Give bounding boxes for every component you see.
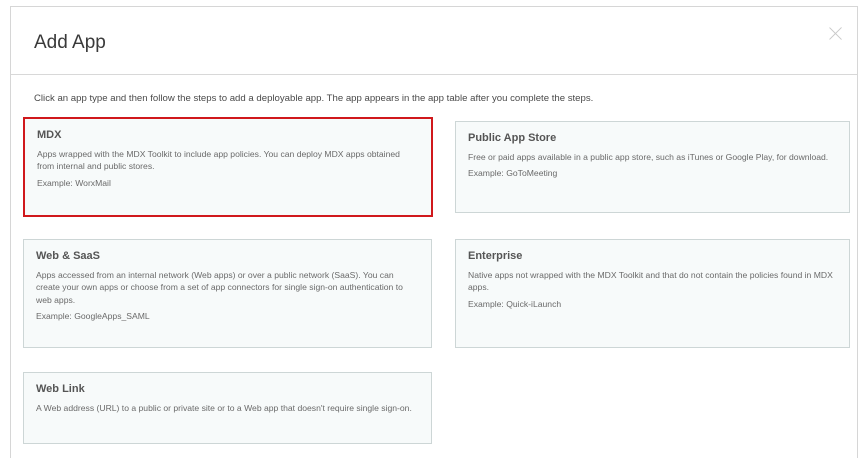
card-title: Public App Store <box>468 132 557 144</box>
card-description: A Web address (URL) to a public or priva… <box>36 403 412 413</box>
card-description: Free or paid apps available in a public … <box>468 152 829 162</box>
app-type-card-web-link[interactable]: Web Link A Web address (URL) to a public… <box>23 372 432 444</box>
app-type-card-web-saas[interactable]: Web & SaaS Apps accessed from an interna… <box>23 239 432 348</box>
card-title: Enterprise <box>468 250 523 262</box>
card-example: Example: GoogleApps_SAML <box>36 311 150 322</box>
dialog-title: Add App <box>34 32 106 53</box>
card-description: Apps accessed from an internal network (… <box>36 270 403 305</box>
card-example: Example: Quick-iLaunch <box>468 298 562 309</box>
app-type-card-mdx[interactable]: MDX Apps wrapped with the MDX Toolkit to… <box>23 117 433 217</box>
close-icon[interactable] <box>827 25 845 43</box>
card-example: Example: WorxMail <box>37 177 111 188</box>
card-title: Web & SaaS <box>36 250 100 262</box>
card-example: Example: GoToMeeting <box>468 168 558 179</box>
card-description: Apps wrapped with the MDX Toolkit to inc… <box>37 149 400 172</box>
dialog-header: Add App <box>11 7 857 75</box>
app-type-card-public-app-store[interactable]: Public App Store Free or paid apps avail… <box>455 121 850 213</box>
instruction-text: Click an app type and then follow the st… <box>34 93 594 104</box>
card-title: Web Link <box>36 383 85 395</box>
card-description: Native apps not wrapped with the MDX Too… <box>468 270 833 293</box>
app-type-card-enterprise[interactable]: Enterprise Native apps not wrapped with … <box>455 239 850 348</box>
card-title: MDX <box>37 129 62 141</box>
